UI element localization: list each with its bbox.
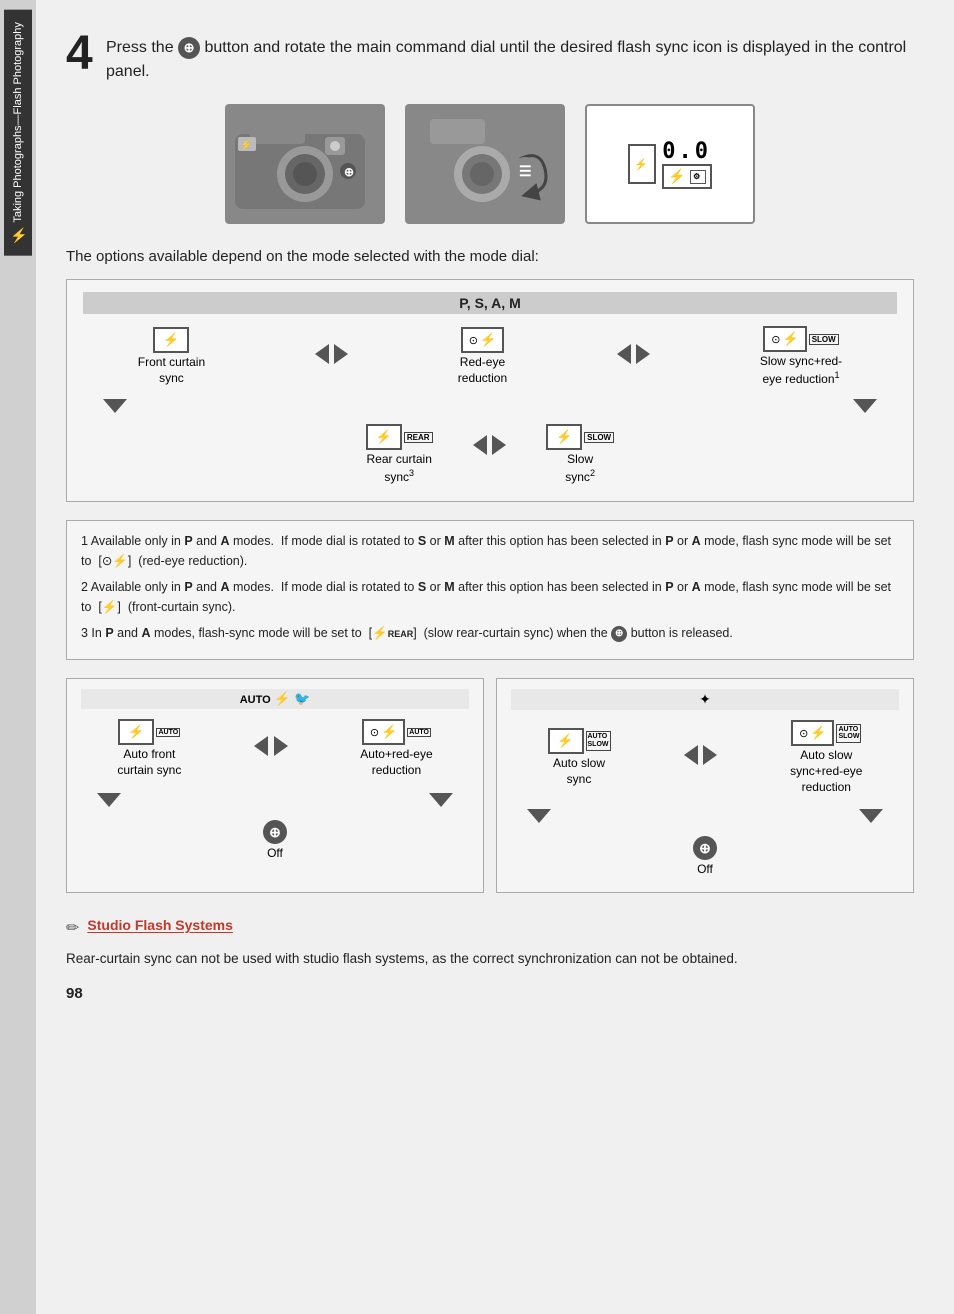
auto-left-top-row: ⚡ AUTO Auto frontcurtain sync ⊙⚡ [81, 719, 469, 778]
red-eye-label: Red-eyereduction [458, 355, 507, 386]
slow-label-2: SLOW [584, 432, 614, 443]
step-text: Press the ⊕ button and rotate the main c… [106, 30, 914, 84]
auto-slow-label: Auto slowsync [553, 756, 605, 787]
auto-slow-red-label: Auto slowsync+red-eyereduction [790, 748, 862, 795]
auto-red-eye: ⊙⚡ AUTO Auto+red-eyereduction [360, 719, 432, 778]
rear-label: REAR [404, 432, 433, 443]
auto-left-off: ⊕ Off [263, 820, 287, 862]
studio-title: Studio Flash Systems [87, 917, 232, 933]
sidebar-label: Taking Photographs—Flash Photography [12, 22, 24, 223]
auto-table-left-header: AUTO ⚡ 🐦 [81, 689, 469, 709]
footnote-2: 2 Available only in P and A modes. If mo… [81, 577, 899, 617]
down-arrows-row [83, 395, 897, 420]
sync-item-red-eye: ⊙⚡ Red-eyereduction [458, 327, 507, 386]
front-curtain-icon: ⚡ [153, 327, 189, 353]
slow-label-text: Slowsync2 [565, 452, 595, 485]
auto-left-down-2 [429, 793, 453, 810]
sync-item-slow-red: ⊙⚡ SLOW Slow sync+red-eye reduction1 [760, 326, 842, 387]
bolt-icon: ⚡ [10, 227, 26, 244]
red-eye-icon: ⊙⚡ [461, 327, 504, 353]
images-row: ⊕ ⚡ ☰ [66, 104, 914, 224]
step-header: 4 Press the ⊕ button and rotate the main… [66, 30, 914, 84]
sidebar: ⚡ Taking Photographs—Flash Photography [0, 0, 36, 1314]
slow-icon: ⚡ [546, 424, 582, 450]
auto-front-icon: ⚡ [118, 719, 154, 745]
camera-image-1: ⊕ ⚡ [225, 104, 385, 224]
studio-body: Rear-curtain sync can not be used with s… [66, 948, 914, 970]
auto-arrow-1 [254, 736, 288, 762]
footnote-3: 3 In P and A modes, flash-sync mode will… [81, 623, 899, 643]
auto-red-eye-icon: ⊙⚡ [362, 719, 405, 745]
auto-table-right-header: ✦ [511, 689, 899, 710]
auto-right-top-row: ⚡ AUTO SLOW Auto slowsync [511, 720, 899, 795]
camera-svg-2: ☰ [410, 109, 560, 219]
footnotes-box: 1 Available only in P and A modes. If mo… [66, 520, 914, 660]
step-button-icon: ⊕ [178, 37, 200, 59]
camera-image-2: ☰ [405, 104, 565, 224]
slow-label-1: SLOW [809, 334, 839, 345]
arrow-3 [473, 435, 507, 461]
auto-right-off-row: ⊕ Off [511, 836, 899, 878]
control-panel-display: ⚡ 0.0 ⚡ ⚙ [585, 104, 755, 224]
auto-tables-row: AUTO ⚡ 🐦 ⚡ AUTO Auto frontcurtain sync [66, 678, 914, 892]
page-number: 98 [66, 985, 914, 1002]
auto-right-down-2 [859, 809, 883, 826]
svg-text:⚡: ⚡ [240, 138, 252, 151]
auto-arrow-2 [684, 745, 718, 771]
front-curtain-label: Front curtainsync [138, 355, 205, 386]
auto-label-1: AUTO [156, 728, 180, 737]
auto-left-off-row: ⊕ Off [81, 820, 469, 862]
auto-left-off-label: Off [267, 846, 283, 862]
mode-table-header: P, S, A, M [83, 292, 897, 314]
slow-red-label: Slow sync+red-eye reduction1 [760, 354, 842, 387]
down-arrow-2 [853, 399, 877, 416]
step-number: 4 [66, 30, 98, 78]
pencil-icon: ✏ [66, 918, 79, 938]
footnote-1: 1 Available only in P and A modes. If mo… [81, 531, 899, 571]
svg-text:☰: ☰ [519, 163, 532, 179]
auto-right-down-arrows [511, 803, 899, 832]
auto-front-curtain: ⚡ AUTO Auto frontcurtain sync [117, 719, 181, 778]
rear-curtain-label: Rear curtainsync3 [367, 452, 432, 485]
auto-slow-red-icon: ⊙⚡ [791, 720, 834, 746]
auto-right-down-1 [527, 809, 551, 826]
auto-slow-icon: ⚡ [548, 728, 584, 754]
auto-left-down-1 [97, 793, 121, 810]
rear-curtain-icon: ⚡ [366, 424, 402, 450]
auto-left-off-icon: ⊕ [263, 820, 287, 844]
auto-right-off: ⊕ Off [693, 836, 717, 878]
sync-row-top: ⚡ Front curtainsync ⊙⚡ Red-eyereduction [83, 326, 897, 387]
svg-text:⊕: ⊕ [344, 165, 354, 179]
arrow-1 [315, 344, 349, 370]
main-content: 4 Press the ⊕ button and rotate the main… [36, 0, 954, 1314]
auto-slow-sync: ⚡ AUTO SLOW Auto slowsync [548, 728, 611, 787]
auto-red-eye-label: Auto+red-eyereduction [360, 747, 432, 778]
arrow-2 [617, 344, 651, 370]
studio-note: ✏ Studio Flash Systems [66, 917, 914, 938]
auto-right-off-icon: ⊕ [693, 836, 717, 860]
camera-svg-1: ⊕ ⚡ [230, 109, 380, 219]
auto-table-left: AUTO ⚡ 🐦 ⚡ AUTO Auto frontcurtain sync [66, 678, 484, 892]
auto-table-right: ✦ ⚡ AUTO SLOW Auto slowsync [496, 678, 914, 892]
options-text: The options available depend on the mode… [66, 248, 914, 265]
auto-front-label: Auto frontcurtain sync [117, 747, 181, 778]
slow-red-eye-icon: ⊙⚡ [763, 326, 806, 352]
step-text-after: button and rotate the main command dial … [106, 39, 906, 80]
sync-item-rear-curtain: ⚡ REAR Rear curtainsync3 [366, 424, 433, 485]
auto-slow-red-eye: ⊙⚡ AUTO SLOW Auto slowsync+red-eyereduct… [790, 720, 862, 795]
auto-left-down-arrows [81, 787, 469, 816]
auto-label-2: AUTO [407, 728, 431, 737]
auto-right-off-label: Off [697, 862, 713, 878]
sync-row-bottom: ⚡ REAR Rear curtainsync3 ⚡ SLOW Slowsyn [83, 424, 897, 485]
mode-table: P, S, A, M ⚡ Front curtainsync ⊙⚡ Red-ey… [66, 279, 914, 502]
sync-item-slow: ⚡ SLOW Slowsync2 [546, 424, 614, 485]
down-arrow-1 [103, 399, 127, 416]
sync-item-front-curtain: ⚡ Front curtainsync [138, 327, 205, 386]
step-text-before: Press the [106, 39, 174, 56]
sidebar-tab: ⚡ Taking Photographs—Flash Photography [4, 10, 32, 256]
